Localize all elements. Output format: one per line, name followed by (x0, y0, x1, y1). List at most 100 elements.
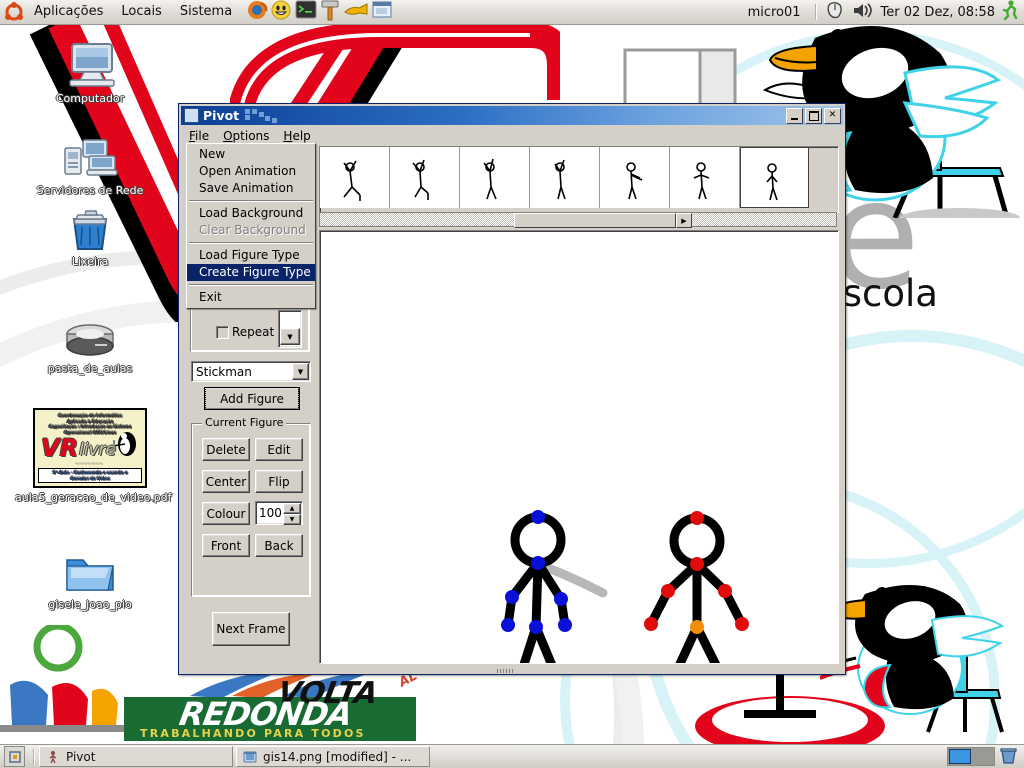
file-dropdown-menu[interactable]: New Open Animation Save Animation Load B… (186, 143, 316, 309)
frame-thumbnail[interactable] (390, 147, 460, 208)
taskbar[interactable]: Pivot gis14.png [modified] - ... (0, 744, 1024, 768)
figure-blue-limbs (503, 512, 570, 663)
frame-figure-2 (412, 159, 429, 200)
ubuntu-logo-icon[interactable] (3, 2, 25, 22)
frame-figure-5 (626, 162, 643, 200)
desktop-icon-computador[interactable]: Computador (15, 42, 165, 105)
desktop-icon-label: Lixeira (71, 255, 109, 268)
window-titlebar[interactable]: Pivot ✕ (181, 106, 843, 125)
panel-clock[interactable]: Ter 02 Dez, 08:58 (877, 5, 999, 20)
colour-button[interactable]: Colour (202, 502, 250, 525)
volume-icon[interactable] (852, 1, 874, 24)
menu-item-load-figure-type[interactable]: Load Figure Type (187, 247, 315, 264)
menu-item-exit[interactable]: Exit (187, 289, 315, 306)
window-icon[interactable] (372, 0, 393, 24)
frame-thumbnail[interactable] (460, 147, 530, 208)
center-button[interactable]: Center (202, 470, 250, 493)
animation-canvas[interactable] (319, 230, 839, 664)
menu-item-load-background[interactable]: Load Background (187, 205, 315, 222)
menu-item-new[interactable]: New (187, 146, 315, 163)
panel-menu-aplicacoes[interactable]: Aplicações (25, 1, 112, 23)
frame-thumbnail[interactable] (320, 147, 390, 208)
menubar-options-rest: ptions (232, 128, 270, 143)
desktop-icon-gisele-joao-pio[interactable]: gisele_joao_pio (15, 548, 165, 611)
menubar-item-file[interactable]: File (182, 127, 217, 145)
pdf-line-3: Capacitação : Introdução ao Sistema (48, 424, 132, 429)
window-minimize-button[interactable] (786, 107, 803, 124)
figure-scale-value: 100 (259, 506, 282, 520)
show-desktop-icon[interactable] (4, 746, 25, 767)
firefox-icon[interactable] (247, 0, 268, 25)
desktop-icon-lixeira[interactable]: Lixeira (15, 205, 165, 268)
figure-red[interactable] (644, 511, 749, 663)
computer-icon (15, 42, 165, 90)
trash-applet-icon[interactable] (999, 746, 1018, 768)
figure-scale-spinner-buttons[interactable]: ▲ ▼ (283, 503, 301, 525)
frame-thumbnail[interactable] (670, 147, 740, 208)
workspace-1[interactable] (949, 749, 971, 764)
menubar-item-options[interactable]: Options (216, 128, 276, 145)
frame-thumbnail-selected[interactable] (740, 147, 809, 208)
front-button[interactable]: Front (202, 534, 250, 557)
delete-button[interactable]: Delete (202, 438, 250, 461)
taskbar-task-pivot[interactable]: Pivot (39, 746, 233, 767)
repeat-checkbox[interactable] (216, 326, 229, 339)
panel-menu-sistema[interactable]: Sistema (171, 1, 241, 23)
menubar-item-help[interactable]: Help (276, 128, 317, 145)
figure-red-center-joint[interactable] (690, 620, 704, 634)
taskbar-task-label: gis14.png [modified] - ... (263, 749, 412, 764)
desktop-icon-label: pasta_de_aulas (47, 362, 133, 375)
window-title: Pivot (203, 108, 240, 123)
speed-dropdown-button[interactable]: ▼ (280, 328, 300, 345)
figure-type-dropdown-arrow[interactable]: ▼ (292, 363, 309, 380)
desktop-icon-pasta-de-aulas[interactable]: pasta_de_aulas (15, 312, 165, 375)
edit-button[interactable]: Edit (255, 438, 303, 461)
menu-item-create-figure-type[interactable]: Create Figure Type (187, 264, 315, 281)
desktop-icon-label: aula5_geracao_de_video.pdf (15, 491, 172, 504)
desktop-icon-aula5-pdf[interactable]: Coordenação de Informática Aplicada à Ed… (15, 408, 172, 504)
figure-blue[interactable] (501, 510, 572, 663)
pdf-footer-2: Gerador de Vídeo (70, 475, 110, 481)
desktop-icon-label: gisele_joao_pio (48, 598, 132, 611)
frame-thumbnail[interactable] (530, 147, 600, 208)
window-resize-grip[interactable] (497, 669, 515, 673)
back-button[interactable]: Back (255, 534, 303, 557)
pivot-window[interactable]: Pivot ✕ File Options Help New Open Anima… (178, 103, 846, 675)
next-frame-button[interactable]: Next Frame (212, 612, 290, 646)
running-man-icon[interactable] (1001, 0, 1019, 24)
frame-strip-scroll-thumb[interactable] (514, 213, 676, 228)
smiley-icon[interactable] (271, 0, 292, 25)
menu-item-clear-background: Clear Background (199, 223, 306, 237)
image-editor-icon (243, 750, 257, 764)
tool-icon[interactable] (320, 0, 340, 25)
desktop-icon-servidores-de-rede[interactable]: Servidores de Rede (15, 134, 165, 197)
frame-strip[interactable] (319, 146, 839, 213)
window-close-button[interactable]: ✕ (824, 107, 841, 124)
canvas-figures[interactable] (320, 231, 838, 663)
add-figure-button[interactable]: Add Figure (204, 387, 300, 410)
close-glyph: ✕ (828, 110, 837, 120)
menu-item-open-animation[interactable]: Open Animation (187, 163, 315, 180)
menu-item-save-animation[interactable]: Save Animation (187, 180, 315, 197)
frame-strip-scroll-right-arrow[interactable]: ▶ (676, 213, 692, 228)
workspace-2[interactable] (973, 749, 993, 764)
spinner-down-button[interactable]: ▼ (283, 514, 301, 525)
menu-separator-2 (189, 242, 313, 244)
menu-separator-1 (189, 200, 313, 202)
spinner-up-button[interactable]: ▲ (283, 503, 301, 514)
wrench-icon[interactable] (343, 0, 369, 24)
panel-hostname: micro01 (747, 4, 801, 20)
panel-menu-locais[interactable]: Locais (112, 1, 170, 23)
banner-text-slogan: TRABALHANDO PARA TODOS (140, 727, 366, 740)
pdf-thumbnail-icon: Coordenação de Informática Aplicada à Ed… (33, 408, 147, 488)
pivot-stickman-icon (46, 750, 60, 764)
top-panel[interactable]: Aplicações Locais Sistema micro01 Ter 02 (0, 0, 1024, 25)
frame-thumbnail[interactable] (600, 147, 670, 208)
taskbar-task-gis14[interactable]: gis14.png [modified] - ... (236, 746, 430, 767)
add-figure-label: Add Figure (220, 391, 284, 406)
flip-button[interactable]: Flip (255, 470, 303, 493)
window-maximize-button[interactable] (805, 107, 822, 124)
terminal-icon[interactable] (295, 0, 317, 24)
workspace-switcher[interactable] (947, 747, 995, 766)
mouse-icon[interactable] (825, 1, 845, 24)
